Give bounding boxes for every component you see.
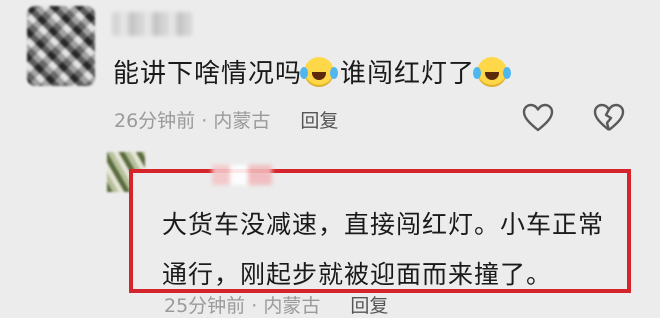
replier-username-blurred[interactable] [212,165,272,185]
reply-time: 25分钟前 [164,295,246,317]
grinning-tears-emoji-icon [300,57,335,87]
commenter-username-blurred[interactable] [112,12,192,36]
dislike-broken-heart-icon[interactable] [593,102,625,134]
meta-separator: · [251,295,258,317]
grinning-tears-emoji-icon [473,57,508,87]
meta-separator: · [201,110,208,132]
reply-text: 大货车没减速，直接闯红灯。小车正常通行，刚起步就被迎面而来撞了。 [162,210,605,289]
comment-text-part2: 谁闯红灯了 [340,59,476,89]
commenter-avatar[interactable] [27,6,95,86]
reply-button[interactable]: 回复 [300,110,338,132]
comment-location: 内蒙古 [213,110,271,132]
reply-meta: 25分钟前 · 内蒙古 回复 [164,291,388,318]
reply-reply-button[interactable]: 回复 [350,295,388,317]
comment-text: 能讲下啥情况吗 谁闯红灯了 [113,53,513,90]
like-heart-icon[interactable] [522,102,554,134]
comment-text-part1: 能讲下啥情况吗 [113,59,303,89]
comment-time: 26分钟前 [114,110,196,132]
comment-meta: 26分钟前 · 内蒙古 回复 [114,106,338,133]
reply-location: 内蒙古 [263,295,321,317]
